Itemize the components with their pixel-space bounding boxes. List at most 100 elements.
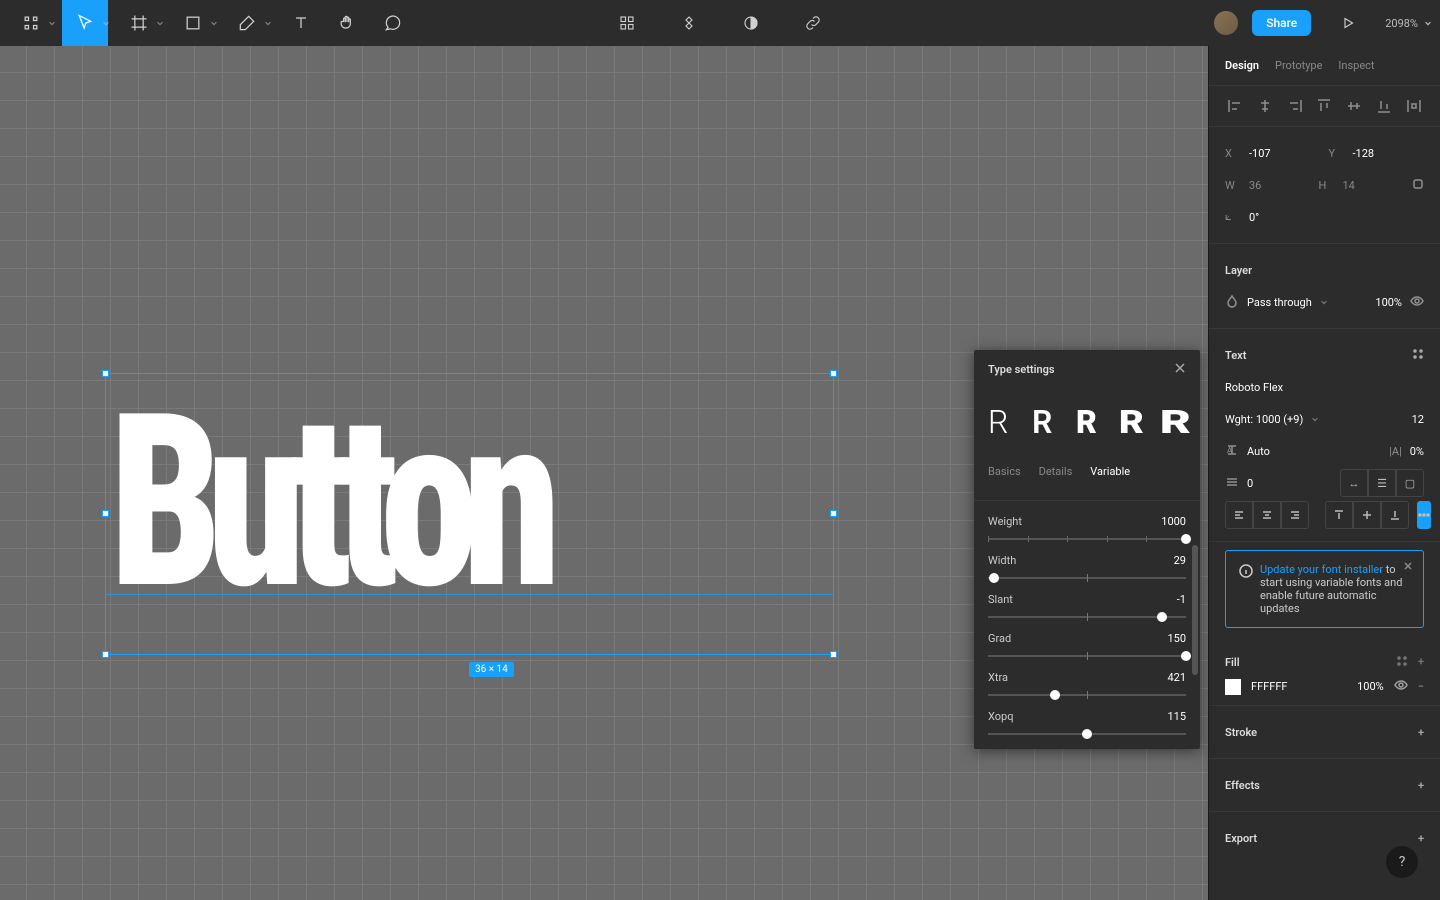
h-input[interactable]: 14: [1343, 179, 1355, 192]
tab-prototype[interactable]: Prototype: [1275, 59, 1322, 72]
axis-value[interactable]: 150: [1167, 632, 1186, 645]
remove-fill-button[interactable]: −: [1418, 680, 1424, 693]
text-section-title: Text: [1225, 349, 1246, 362]
fill-swatch[interactable]: [1225, 679, 1241, 695]
text-align-left-button[interactable]: [1225, 501, 1253, 529]
tab-inspect[interactable]: Inspect: [1338, 59, 1374, 72]
axis-value[interactable]: -1: [1177, 593, 1186, 606]
align-top-button[interactable]: [1314, 96, 1334, 116]
chevron-down-icon: [1311, 415, 1319, 423]
align-bottom-button[interactable]: [1374, 96, 1394, 116]
tab-basics[interactable]: Basics: [988, 465, 1021, 488]
fill-opacity-input[interactable]: 100%: [1357, 680, 1384, 693]
font-size-input[interactable]: 12: [1412, 413, 1424, 426]
font-family-dropdown[interactable]: Roboto Flex: [1225, 381, 1283, 394]
fill-hex-input[interactable]: FFFFFF: [1251, 680, 1287, 693]
link-button[interactable]: [790, 0, 836, 46]
letter-spacing-input[interactable]: 0%: [1410, 445, 1424, 458]
callout-link[interactable]: Update your font installer: [1260, 563, 1383, 576]
text-align-right-button[interactable]: [1281, 501, 1309, 529]
axis-value[interactable]: 29: [1174, 554, 1186, 567]
align-left-button[interactable]: [1225, 96, 1245, 116]
w-input[interactable]: 36: [1249, 179, 1261, 192]
axis-slider[interactable]: [988, 577, 1186, 579]
paragraph-spacing-icon: [1225, 475, 1239, 492]
avatar[interactable]: [1214, 11, 1238, 35]
resize-handle-mr[interactable]: [830, 510, 837, 517]
align-hcenter-button[interactable]: [1255, 96, 1275, 116]
comment-tool-button[interactable]: [370, 0, 416, 46]
paragraph-spacing-input[interactable]: 0: [1247, 477, 1253, 490]
type-settings-button[interactable]: [1417, 501, 1431, 529]
axis-label: Width: [988, 554, 1016, 567]
properties-panel: Design Prototype Inspect X-107 Y-128 W36…: [1208, 46, 1440, 900]
help-button[interactable]: ?: [1386, 846, 1418, 878]
x-input[interactable]: -107: [1249, 147, 1271, 160]
layer-opacity-input[interactable]: 100%: [1375, 296, 1402, 309]
selection-frame[interactable]: [105, 373, 834, 655]
w-label: W: [1225, 179, 1241, 192]
zoom-value: 2098%: [1385, 17, 1418, 30]
font-installer-callout: Update your font installer to start usin…: [1225, 550, 1424, 628]
tab-details[interactable]: Details: [1039, 465, 1073, 488]
axis-value[interactable]: 115: [1167, 710, 1186, 723]
constrain-proportions-button[interactable]: [1412, 178, 1424, 193]
axis-value[interactable]: 421: [1167, 671, 1186, 684]
text-align-center-button[interactable]: [1253, 501, 1281, 529]
scrollbar[interactable]: [1192, 545, 1198, 675]
text-style-button[interactable]: [1412, 348, 1424, 363]
zoom-dropdown[interactable]: 2098%: [1385, 17, 1432, 30]
text-tool-button[interactable]: [278, 0, 324, 46]
rotation-input[interactable]: 0°: [1249, 211, 1259, 224]
resize-handle-bl[interactable]: [102, 651, 109, 658]
resize-handle-ml[interactable]: [102, 510, 109, 517]
mask-button[interactable]: [728, 0, 774, 46]
text-align-top-button[interactable]: [1325, 501, 1353, 529]
add-fill-button[interactable]: +: [1418, 655, 1424, 670]
component-button[interactable]: [666, 0, 712, 46]
axis-slider[interactable]: [988, 733, 1186, 735]
align-vcenter-button[interactable]: [1344, 96, 1364, 116]
axis-slider[interactable]: [988, 655, 1186, 657]
type-settings-body: Weight1000Width29Slant-1Grad150Xtra421Xo…: [974, 501, 1200, 749]
blend-mode-dropdown[interactable]: Pass through: [1247, 296, 1312, 309]
tab-design[interactable]: Design: [1225, 59, 1259, 72]
fill-section-title: Fill: [1225, 656, 1240, 669]
y-input[interactable]: -128: [1353, 147, 1375, 160]
text-align-bottom-button[interactable]: [1381, 501, 1409, 529]
visibility-toggle[interactable]: [1410, 294, 1424, 311]
add-stroke-button[interactable]: +: [1418, 726, 1424, 739]
fill-visibility-toggle[interactable]: [1394, 678, 1408, 695]
axis-grad: Grad150: [988, 618, 1186, 657]
distribute-button[interactable]: [1404, 96, 1424, 116]
align-right-button[interactable]: [1285, 96, 1305, 116]
fixed-size-button[interactable]: ▢: [1396, 469, 1424, 497]
axis-value[interactable]: 1000: [1161, 515, 1186, 528]
tab-variable[interactable]: Variable: [1090, 465, 1130, 488]
info-icon: [1238, 563, 1254, 579]
callout-close-button[interactable]: [1403, 561, 1413, 574]
add-effect-button[interactable]: +: [1418, 779, 1424, 792]
axis-slant: Slant-1: [988, 579, 1186, 618]
auto-height-button[interactable]: ☰: [1368, 469, 1396, 497]
line-height-input[interactable]: Auto: [1247, 445, 1270, 458]
hand-tool-button[interactable]: [324, 0, 370, 46]
axis-slider[interactable]: [988, 616, 1186, 618]
axis-slider[interactable]: [988, 538, 1186, 540]
axis-slider[interactable]: [988, 694, 1186, 696]
type-settings-panel: Type settings R R R R R Basics Details V…: [974, 350, 1200, 749]
edit-object-button[interactable]: [604, 0, 650, 46]
fill-style-button[interactable]: [1396, 655, 1408, 670]
auto-width-button[interactable]: ↔: [1340, 469, 1368, 497]
add-export-button[interactable]: +: [1418, 832, 1424, 845]
axis-label: Xopq: [988, 710, 1014, 723]
share-button[interactable]: Share: [1252, 10, 1311, 36]
resize-handle-br[interactable]: [830, 651, 837, 658]
effects-section-title: Effects: [1225, 779, 1260, 792]
resize-handle-tl[interactable]: [102, 370, 109, 377]
close-button[interactable]: [1174, 362, 1186, 377]
text-align-middle-button[interactable]: [1353, 501, 1381, 529]
present-button[interactable]: [1325, 0, 1371, 46]
resize-handle-tr[interactable]: [830, 370, 837, 377]
font-weight-dropdown[interactable]: Wght: 1000 (+9): [1225, 413, 1303, 426]
